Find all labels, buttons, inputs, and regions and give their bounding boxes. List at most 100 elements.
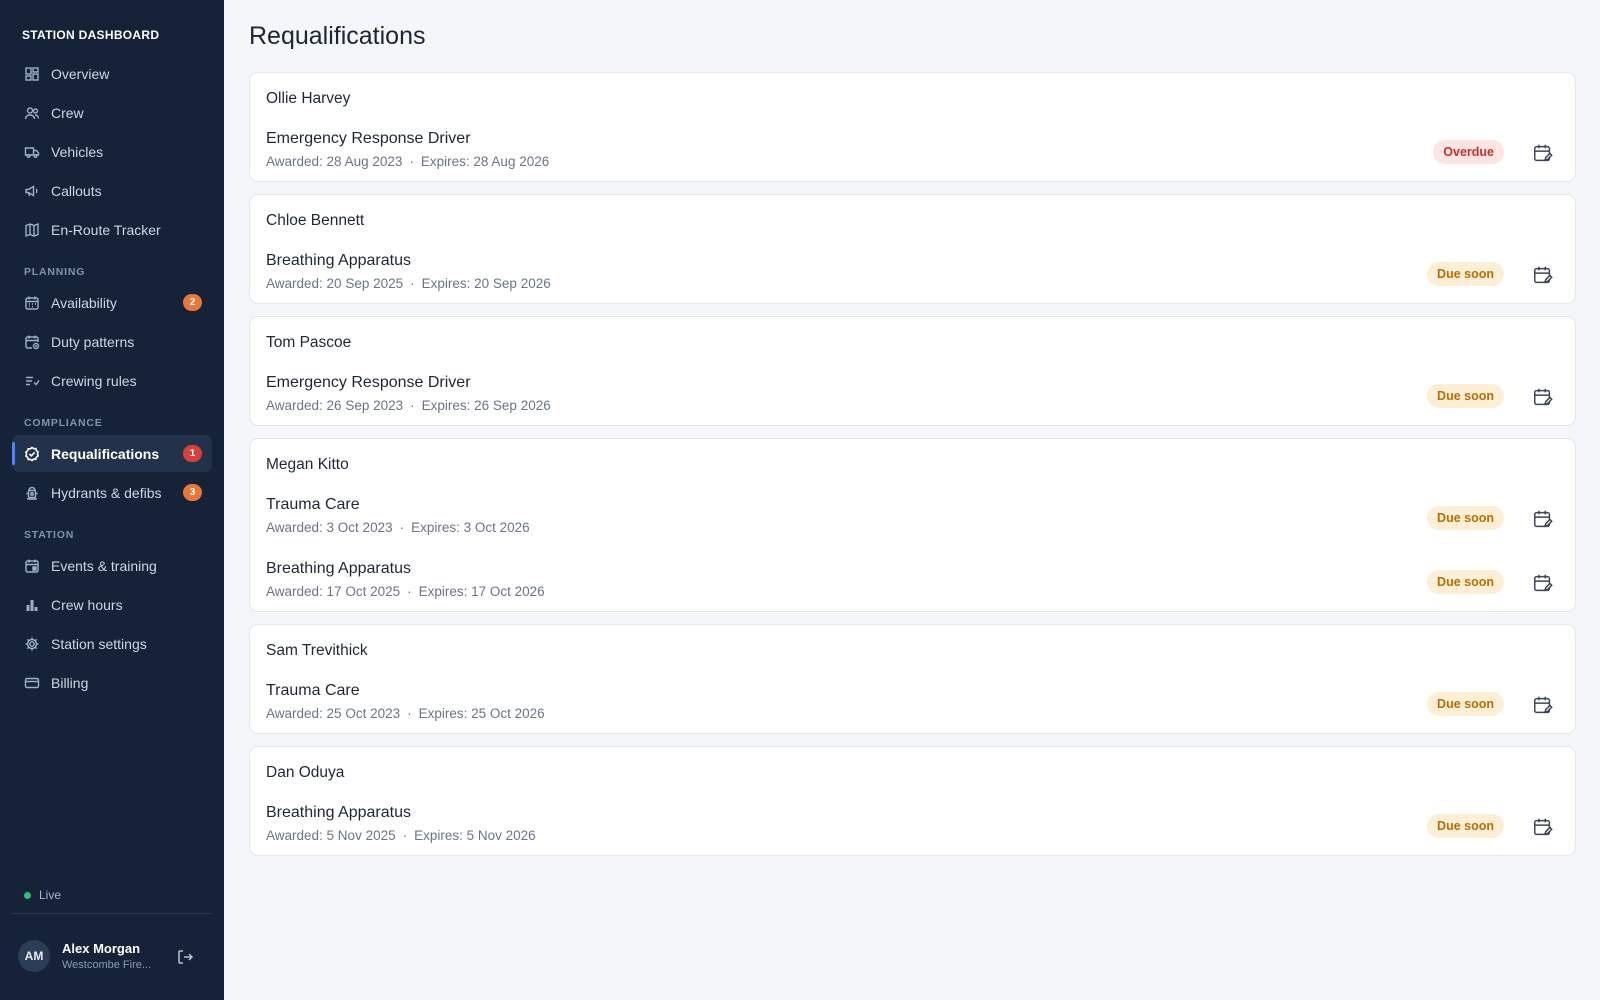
status-badge: Due soon <box>1427 814 1504 838</box>
qualification-name: Emergency Response Driver <box>266 374 471 391</box>
sidebar-item-crew[interactable]: Crew <box>12 94 212 131</box>
hydrant-icon <box>24 485 40 501</box>
sidebar-item-overview[interactable]: Overview <box>12 55 212 92</box>
awarded-date: 3 Oct 2023 <box>326 520 393 535</box>
page-title: Requalifications <box>249 22 426 50</box>
dashboard-icon <box>24 66 40 82</box>
sidebar-item-label: Crewing rules <box>51 372 137 389</box>
calendar-clock-icon <box>24 334 40 350</box>
qualification-row: Emergency Response Driver Awarded: 28 Aug… <box>266 130 1556 180</box>
sidebar-item-label: Billing <box>51 674 89 691</box>
awarded-date: 25 Oct 2023 <box>326 706 401 721</box>
awarded-prefix: Awarded: <box>266 398 327 413</box>
awarded-date: 17 Oct 2025 <box>326 584 401 599</box>
sidebar-item-label: Requalifications <box>51 445 160 462</box>
map-icon <box>24 222 40 238</box>
expires-prefix: Expires: <box>418 706 472 721</box>
sidebar-item-duty-patterns[interactable]: Duty patterns <box>12 323 212 360</box>
expires-date: 25 Oct 2026 <box>471 706 545 721</box>
status-badge: Due soon <box>1427 692 1504 716</box>
user-name: Alex Morgan <box>62 941 141 956</box>
reschedule-calendar-icon[interactable] <box>1530 384 1556 410</box>
live-dot-icon <box>24 891 31 899</box>
qualification-row: Breathing Apparatus Awarded: 17 Oct 2025 ·… <box>266 560 1556 610</box>
reschedule-calendar-icon[interactable] <box>1530 814 1556 840</box>
sidebar-item-callouts[interactable]: Callouts <box>12 172 212 209</box>
status-badge: Due soon <box>1427 384 1504 408</box>
sidebar-item-billing[interactable]: Billing <box>12 664 212 701</box>
sidebar-item-station-settings[interactable]: Station settings <box>12 625 212 662</box>
qualification-name: Breathing Apparatus <box>266 252 411 269</box>
person-name: Megan Kitto <box>266 456 349 473</box>
live-status: Live <box>24 888 61 902</box>
person-card: Chloe Bennett Breathing Apparatus Awarded:… <box>249 194 1576 304</box>
requalifications-count-badge: 1 <box>183 445 202 462</box>
sidebar-item-hydrants-defibs[interactable]: Hydrants & defibs 3 <box>12 474 212 511</box>
qualification-dates: Awarded: 17 Oct 2025 · Expires: 17 Oct 202… <box>266 584 1556 599</box>
person-card: Ollie Harvey Emergency Response Driver Awa… <box>249 72 1576 182</box>
qualification-dates: Awarded: 5 Nov 2025 · Expires: 5 Nov 2026 <box>266 828 1556 843</box>
awarded-prefix: Awarded: <box>266 828 327 843</box>
awarded-prefix: Awarded: <box>266 584 327 599</box>
expires-date: 3 Oct 2026 <box>463 520 530 535</box>
qualification-row: Trauma Care Awarded: 3 Oct 2023 · Expires: … <box>266 496 1556 546</box>
user-org: Westcombe Fire... <box>62 959 152 971</box>
reschedule-calendar-icon[interactable] <box>1530 692 1556 718</box>
sidebar-item-label: Events & training <box>51 557 157 574</box>
sidebar: STATION DASHBOARD Overview Crew Vehicles… <box>0 0 224 1000</box>
qualification-name: Breathing Apparatus <box>266 804 411 821</box>
awarded-prefix: Awarded: <box>266 154 327 169</box>
expires-prefix: Expires: <box>411 520 464 535</box>
reschedule-calendar-icon[interactable] <box>1530 262 1556 288</box>
qualification-row: Breathing Apparatus Awarded: 5 Nov 2025 · E… <box>266 804 1556 854</box>
expires-date: 17 Oct 2026 <box>471 584 545 599</box>
sidebar-item-label: Station settings <box>51 635 147 652</box>
reschedule-calendar-icon[interactable] <box>1530 506 1556 532</box>
sidebar-item-en-route-tracker[interactable]: En-Route Tracker <box>12 211 212 248</box>
qualification-dates: Awarded: 28 Aug 2023 · Expires: 28 Aug 202… <box>266 154 1556 169</box>
date-separator: · <box>402 828 408 843</box>
qualification-row: Breathing Apparatus Awarded: 20 Sep 2025 ·… <box>266 252 1556 302</box>
gear-icon <box>24 636 40 652</box>
date-separator: · <box>407 584 412 599</box>
person-name: Sam Trevithick <box>266 642 368 659</box>
truck-icon <box>24 144 40 160</box>
expires-prefix: Expires: <box>421 276 475 291</box>
expires-date: 20 Sep 2026 <box>474 276 551 291</box>
qualification-row: Trauma Care Awarded: 25 Oct 2023 · Expires:… <box>266 682 1556 732</box>
expires-prefix: Expires: <box>414 828 467 843</box>
user-profile[interactable]: AM Alex Morgan Westcombe Fire... <box>18 940 218 972</box>
section-label-compliance: COMPLIANCE <box>24 417 103 429</box>
person-card: Tom Pascoe Emergency Response Driver Award… <box>249 316 1576 426</box>
sidebar-item-label: Crew <box>51 104 84 121</box>
person-name: Ollie Harvey <box>266 90 351 107</box>
sidebar-item-events-training[interactable]: Events & training <box>12 547 212 584</box>
sidebar-item-vehicles[interactable]: Vehicles <box>12 133 212 170</box>
qualification-dates: Awarded: 25 Oct 2023 · Expires: 25 Oct 202… <box>266 706 1556 721</box>
awarded-date: 26 Sep 2023 <box>326 398 404 413</box>
calendar-event-icon <box>24 558 40 574</box>
date-separator: · <box>410 398 415 413</box>
list-check-icon <box>24 373 40 389</box>
sidebar-item-label: Callouts <box>51 182 102 199</box>
qualification-dates: Awarded: 20 Sep 2025 · Expires: 20 Sep 202… <box>266 276 1556 291</box>
person-name: Dan Oduya <box>266 764 345 781</box>
reschedule-calendar-icon[interactable] <box>1530 570 1556 596</box>
qualification-dates: Awarded: 3 Oct 2023 · Expires: 3 Oct 2026 <box>266 520 1556 535</box>
reschedule-calendar-icon[interactable] <box>1530 140 1556 166</box>
logout-icon[interactable] <box>176 948 194 966</box>
awarded-date: 28 Aug 2023 <box>326 154 403 169</box>
status-badge: Due soon <box>1427 570 1504 594</box>
sidebar-item-crewing-rules[interactable]: Crewing rules <box>12 362 212 399</box>
live-status-label: Live <box>39 888 62 902</box>
sidebar-item-crew-hours[interactable]: Crew hours <box>12 586 212 623</box>
sidebar-item-availability[interactable]: Availability 2 <box>12 284 212 321</box>
person-name: Tom Pascoe <box>266 334 352 351</box>
awarded-date: 5 Nov 2025 <box>326 828 396 843</box>
date-separator: · <box>410 276 415 291</box>
expires-date: 5 Nov 2026 <box>466 828 536 843</box>
sidebar-item-requalifications[interactable]: Requalifications 1 <box>12 435 212 472</box>
availability-count-badge: 2 <box>183 294 202 311</box>
expires-prefix: Expires: <box>421 398 475 413</box>
qualification-name: Trauma Care <box>266 682 360 699</box>
